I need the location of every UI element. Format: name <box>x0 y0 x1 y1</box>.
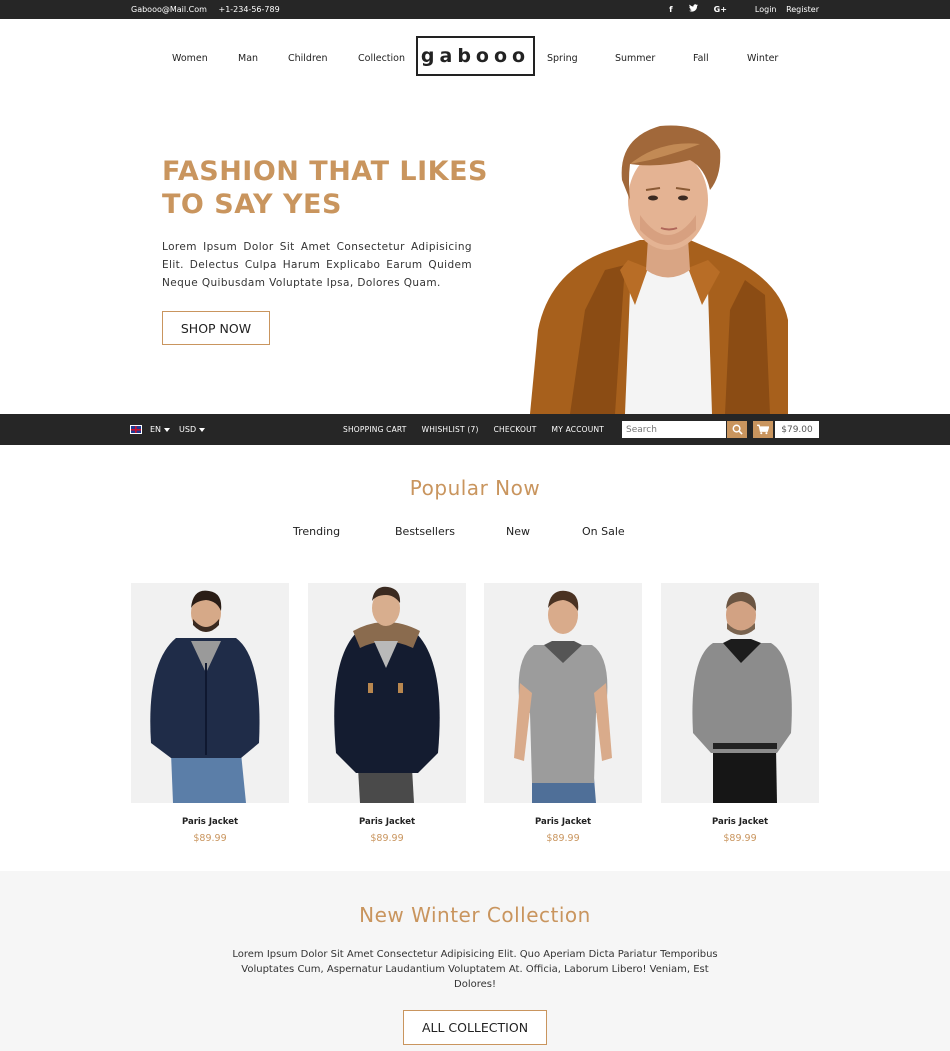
cart-button[interactable] <box>753 421 773 438</box>
google-plus-icon[interactable]: G+ <box>714 5 727 14</box>
hero-description: Lorem Ipsum Dolor Sit Amet Consectetur A… <box>162 241 472 289</box>
product-image[interactable] <box>131 583 289 803</box>
currency-select[interactable]: USD <box>179 425 206 434</box>
nav-item-women[interactable]: Women <box>172 53 208 64</box>
top-bar-right: f G+ Login Register <box>661 4 819 14</box>
product-image[interactable] <box>308 583 466 803</box>
login-link[interactable]: Login <box>755 5 777 14</box>
product-image[interactable] <box>661 583 819 803</box>
nav-item-man[interactable]: Man <box>238 53 258 64</box>
product-name[interactable]: Paris Jacket <box>308 817 466 827</box>
popular-title: Popular Now <box>409 476 541 500</box>
all-collection-button[interactable]: ALL COLLECTION <box>403 1010 547 1045</box>
winter-description: Lorem Ipsum Dolor Sit Amet Consectetur A… <box>232 949 718 990</box>
social-links: f G+ <box>661 4 735 14</box>
product-card[interactable]: Paris Jacket $89.99 <box>131 583 289 844</box>
chevron-down-icon <box>164 427 171 432</box>
shopping-cart-link[interactable]: SHOPPING CART <box>343 425 407 434</box>
language-select[interactable]: EN <box>150 425 171 434</box>
tab-bestsellers[interactable]: Bestsellers <box>395 525 455 538</box>
site-logo[interactable]: gabooo <box>416 36 535 76</box>
search-button[interactable] <box>727 421 747 438</box>
product-card[interactable]: Paris Jacket $89.99 <box>484 583 642 844</box>
nav-item-summer[interactable]: Summer <box>615 53 655 64</box>
product-image[interactable] <box>484 583 642 803</box>
nav-item-fall[interactable]: Fall <box>693 53 709 64</box>
wishlist-link[interactable]: WHISHLIST (7) <box>422 425 479 434</box>
nav-item-collection[interactable]: Collection <box>358 53 405 64</box>
product-price: $89.99 <box>193 833 227 844</box>
nav-item-winter[interactable]: Winter <box>747 53 778 64</box>
nav-item-children[interactable]: Children <box>288 53 328 64</box>
tab-trending[interactable]: Trending <box>293 525 340 538</box>
uk-flag-icon <box>130 425 142 434</box>
chevron-down-icon <box>199 427 206 432</box>
product-name[interactable]: Paris Jacket <box>484 817 642 827</box>
main-nav: Women Man Children Collection gabooo Spr… <box>0 19 950 95</box>
locale-selectors: EN USD <box>130 425 214 434</box>
nav-item-spring[interactable]: Spring <box>547 53 578 64</box>
auth-links: Login Register <box>748 5 819 14</box>
register-link[interactable]: Register <box>786 5 819 14</box>
my-account-link[interactable]: MY ACCOUNT <box>552 425 605 434</box>
tab-on-sale[interactable]: On Sale <box>582 525 625 538</box>
contact-info: Gabooo@Mail.Com +1-234-56-789 <box>131 5 289 14</box>
hero-model-image <box>530 125 788 414</box>
shop-bar: EN USD SHOPPING CART WHISHLIST (7) CHECK… <box>0 414 950 445</box>
product-price: $89.99 <box>723 833 757 844</box>
product-name[interactable]: Paris Jacket <box>131 817 289 827</box>
product-price: $89.99 <box>370 833 404 844</box>
cart-icon <box>757 424 769 435</box>
product-card[interactable]: Paris Jacket $89.99 <box>308 583 466 844</box>
hero-title: FASHION THAT LIKES TO SAY YES <box>162 156 488 220</box>
winter-title: New Winter Collection <box>359 903 591 927</box>
contact-email[interactable]: Gabooo@Mail.Com <box>131 5 207 14</box>
product-name[interactable]: Paris Jacket <box>661 817 819 827</box>
facebook-icon[interactable]: f <box>669 5 672 14</box>
cart-total[interactable]: $79.00 <box>775 421 819 438</box>
search-input[interactable] <box>622 421 726 438</box>
account-links: SHOPPING CART WHISHLIST (7) CHECKOUT MY … <box>343 425 619 434</box>
checkout-link[interactable]: CHECKOUT <box>494 425 537 434</box>
shop-now-button[interactable]: SHOP NOW <box>162 311 270 345</box>
tab-new[interactable]: New <box>506 525 530 538</box>
currency-value: USD <box>179 425 197 434</box>
winter-collection-section: New Winter Collection Lorem Ipsum Dolor … <box>0 871 950 1051</box>
product-price: $89.99 <box>546 833 580 844</box>
product-card[interactable]: Paris Jacket $89.99 <box>661 583 819 844</box>
top-bar: Gabooo@Mail.Com +1-234-56-789 f G+ Login… <box>0 0 950 19</box>
search-icon <box>732 424 743 435</box>
language-value: EN <box>150 425 162 434</box>
popular-tabs: Trending Bestsellers New On Sale <box>0 525 950 541</box>
twitter-icon[interactable] <box>688 4 698 14</box>
contact-phone[interactable]: +1-234-56-789 <box>218 5 279 14</box>
